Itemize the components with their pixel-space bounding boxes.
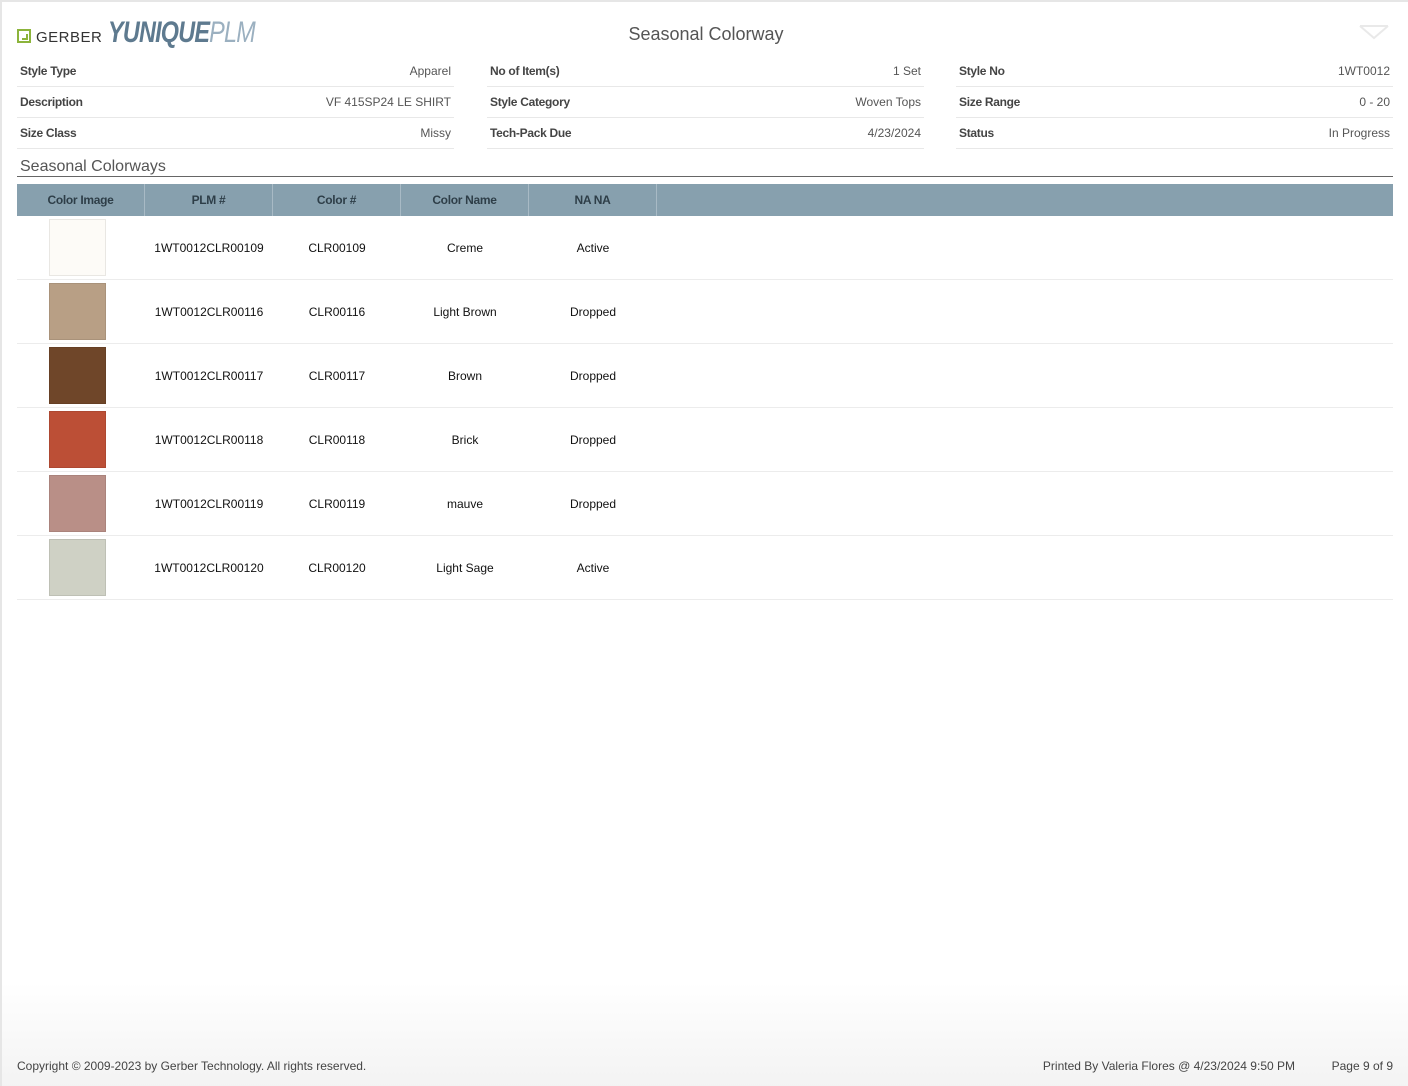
plm-number-cell: 1WT0012CLR00109 [154,240,264,255]
info-value: 1 Set [892,64,921,78]
info-row: Tech-Pack Due 4/23/2024 [487,118,924,149]
printed-by-text: Printed By Valeria Flores @ 4/23/2024 9:… [1042,1059,1295,1073]
info-row: Style Category Woven Tops [487,87,924,118]
info-value: 1WT0012 [1337,64,1390,78]
info-value: Woven Tops [855,95,921,109]
info-label: Style No [959,64,1005,78]
table-row: 1WT0012CLR00119 CLR00119 mauve Dropped [17,472,1393,536]
color-swatch [49,283,106,340]
colorways-table: Color Image PLM # Color # Color Name NA … [17,184,1393,600]
plm-number-cell: 1WT0012CLR00117 [154,368,264,383]
table-row: 1WT0012CLR00118 CLR00118 Brick Dropped [17,408,1393,472]
color-number-cell: CLR00118 [308,432,366,447]
column-header-color-name: Color Name [401,184,529,216]
color-name-cell: Brick [451,432,479,447]
info-label: Status [959,126,994,140]
color-swatch [49,347,106,404]
report-title: Seasonal Colorway [628,24,784,44]
color-swatch [49,219,106,276]
color-name-cell: Light Brown [433,304,497,319]
color-image-cell [17,536,145,599]
info-value: In Progress [1328,126,1390,140]
color-swatch [49,539,106,596]
info-value: Missy [420,126,451,140]
color-swatch [49,475,106,532]
table-row: 1WT0012CLR00120 CLR00120 Light Sage Acti… [17,536,1393,600]
color-number-cell: CLR00119 [308,496,366,511]
page-number: Page 9 of 9 [1331,1059,1393,1073]
copyright-text: Copyright © 2009-2023 by Gerber Technolo… [17,1059,367,1073]
column-header-color-image: Color Image [17,184,145,216]
color-swatch [49,411,106,468]
color-image-cell [17,216,145,279]
column-header-status: NA NA [529,184,657,216]
info-value: Apparel [409,64,451,78]
plm-number-cell: 1WT0012CLR00119 [154,496,264,511]
color-number-cell: CLR00120 [308,560,366,575]
style-info-column-1: Style Type Apparel Description VF 415SP2… [17,56,454,149]
info-label: Description [20,95,83,109]
info-row: Status In Progress [956,118,1393,149]
info-value: VF 415SP24 LE SHIRT [325,95,451,109]
section-title: Seasonal Colorways [20,158,166,175]
table-row: 1WT0012CLR00117 CLR00117 Brown Dropped [17,344,1393,408]
color-number-cell: CLR00117 [308,368,366,383]
column-header-plm-no: PLM # [145,184,273,216]
info-row: Size Range 0 - 20 [956,87,1393,118]
style-info-column-3: Style No 1WT0012 Size Range 0 - 20 Statu… [956,56,1393,149]
column-header-color-no: Color # [273,184,401,216]
color-image-cell [17,280,145,343]
status-cell: Dropped [569,368,617,383]
info-label: No of Item(s) [490,64,560,78]
color-name-cell: Creme [446,240,483,255]
color-number-cell: CLR00116 [308,304,366,319]
info-label: Style Category [490,95,570,109]
style-info-column-2: No of Item(s) 1 Set Style Category Woven… [487,56,924,149]
plm-number-cell: 1WT0012CLR00118 [154,432,264,447]
section-divider [17,176,1393,177]
info-row: Size Class Missy [17,118,454,149]
plm-number-cell: 1WT0012CLR00120 [154,560,264,575]
info-label: Size Class [20,126,77,140]
info-row: Description VF 415SP24 LE SHIRT [17,87,454,118]
plm-number-cell: 1WT0012CLR00116 [154,304,264,319]
info-label: Size Range [959,95,1021,109]
status-cell: Active [576,560,610,575]
color-image-cell [17,344,145,407]
status-cell: Dropped [569,304,617,319]
watermark-icon [1359,25,1389,40]
table-row: 1WT0012CLR00116 CLR00116 Light Brown Dro… [17,280,1393,344]
info-row: Style No 1WT0012 [956,56,1393,87]
color-number-cell: CLR00109 [308,240,366,255]
info-label: Tech-Pack Due [490,126,572,140]
table-header: Color Image PLM # Color # Color Name NA … [17,184,1393,216]
color-name-cell: Light Sage [436,560,494,575]
color-name-cell: Brown [447,368,482,383]
color-image-cell [17,472,145,535]
report-page: GERBER YUNIQUEPLM Seasonal Colorway Styl… [0,0,1408,1086]
status-cell: Active [576,240,610,255]
table-row: 1WT0012CLR00109 CLR00109 Creme Active [17,216,1393,280]
status-cell: Dropped [569,432,617,447]
info-label: Style Type [20,64,77,78]
style-info: Style Type Apparel Description VF 415SP2… [17,56,1393,152]
color-name-cell: mauve [446,496,484,511]
status-cell: Dropped [569,496,617,511]
info-value: 0 - 20 [1359,95,1390,109]
info-row: Style Type Apparel [17,56,454,87]
info-row: No of Item(s) 1 Set [487,56,924,87]
info-value: 4/23/2024 [867,126,921,140]
color-image-cell [17,408,145,471]
